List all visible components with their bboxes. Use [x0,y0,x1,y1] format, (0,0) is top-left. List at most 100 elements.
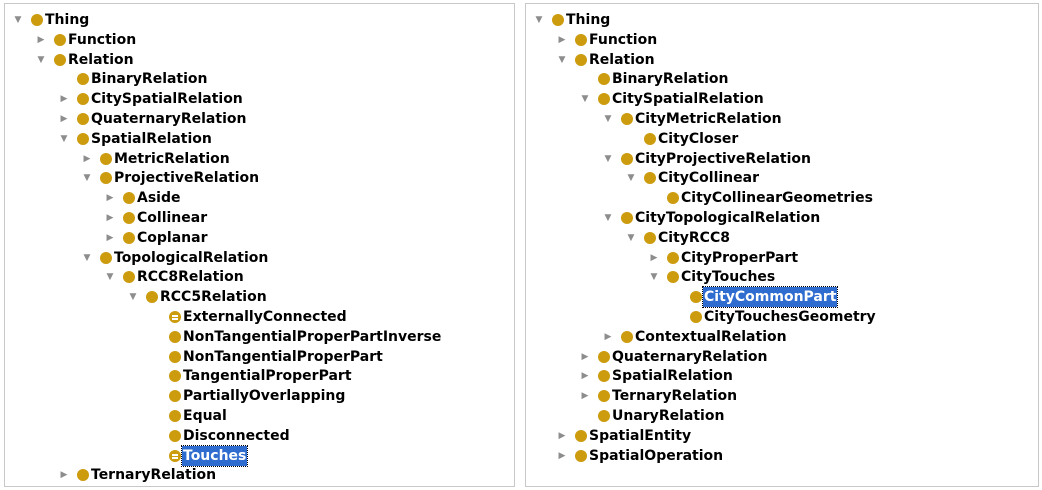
class-circle-icon [169,330,181,343]
class-circle-icon [690,291,702,304]
tree-node-contextual-relation[interactable]: ▶ ContextualRelation [526,327,1038,347]
collapse-arrow-icon[interactable]: ▶ [58,109,70,129]
class-circle-icon [146,291,158,304]
tree-node-relation[interactable]: ▼ Relation [5,50,514,70]
tree-node-touches[interactable]: Touches [5,444,514,467]
tree-node-disconnected[interactable]: Disconnected [5,426,514,446]
collapse-arrow-icon[interactable]: ▶ [648,248,660,268]
expand-arrow-icon[interactable]: ▼ [625,228,637,248]
tree-node-city-metric-relation[interactable]: ▼ CityMetricRelation [526,109,1038,129]
tree-node-unary-relation[interactable]: UnaryRelation [526,406,1038,426]
collapse-arrow-icon[interactable]: ▶ [104,208,116,228]
tree-node-ternary-relation[interactable]: ▶ TernaryRelation [5,465,514,485]
tree-node-quaternary-relation[interactable]: ▶ QuaternaryRelation [526,347,1038,367]
tree-node-externally-connected[interactable]: ExternallyConnected [5,307,514,327]
tree-node-topological-relation[interactable]: ▼ TopologicalRelation [5,248,514,268]
class-circle-icon [169,410,181,422]
collapse-arrow-icon[interactable]: ▶ [58,465,70,485]
collapse-arrow-icon[interactable]: ▶ [556,446,568,466]
class-circle-icon [667,271,679,284]
tree-node-quaternary-relation[interactable]: ▶ QuaternaryRelation [5,109,514,129]
tree-node-collinear[interactable]: ▶ Collinear [5,208,514,228]
tree-node-relation[interactable]: ▼ Relation [526,50,1038,70]
tree-node-city-projective-relation[interactable]: ▼ CityProjectiveRelation [526,149,1038,169]
tree-node-label: CityCloser [658,130,739,147]
class-circle-icon [77,113,89,125]
expand-arrow-icon[interactable]: ▼ [127,287,139,307]
tree-node-label: Thing [566,12,611,28]
expand-arrow-icon[interactable]: ▼ [579,89,591,109]
tree-node-city-rcc8[interactable]: ▼ CityRCC8 [526,228,1038,248]
tree-node-aside[interactable]: ▶ Aside [5,188,514,208]
class-circle-icon [77,93,89,106]
collapse-arrow-icon[interactable]: ▶ [35,30,47,50]
expand-arrow-icon[interactable]: ▼ [81,168,93,188]
class-circle-icon [621,113,633,125]
tree-node-thing[interactable]: ▼ Thing [5,10,514,30]
tree-node-tangential-proper-part[interactable]: TangentialProperPart [5,366,514,386]
tree-node-function[interactable]: ▶ Function [526,30,1038,50]
tree-node-label: BinaryRelation [91,71,208,88]
tree-node-spatial-relation[interactable]: ▶ SpatialRelation [526,366,1038,386]
class-circle-icon [644,231,656,244]
class-circle-icon [77,73,89,86]
tree-node-city-spatial-relation[interactable]: ▼ CitySpatialRelation [526,89,1038,109]
tree-node-thing[interactable]: ▼ Thing [526,10,1038,30]
tree-node-city-collinear[interactable]: ▼ CityCollinear [526,168,1038,188]
tree-node-coplanar[interactable]: ▶ Coplanar [5,228,514,248]
tree-node-label: BinaryRelation [612,71,729,88]
tree-node-city-spatial-relation[interactable]: ▶ CitySpatialRelation [5,89,514,109]
expand-arrow-icon[interactable]: ▼ [533,10,545,30]
class-circle-icon [667,251,679,264]
collapse-arrow-icon[interactable]: ▶ [579,386,591,406]
tree-node-ternary-relation[interactable]: ▶ TernaryRelation [526,386,1038,406]
tree-node-projective-relation[interactable]: ▼ ProjectiveRelation [5,168,514,188]
collapse-arrow-icon[interactable]: ▶ [602,327,614,347]
tree-node-metric-relation[interactable]: ▶ MetricRelation [5,149,514,169]
class-circle-icon [169,350,181,363]
collapse-arrow-icon[interactable]: ▶ [579,347,591,367]
expand-arrow-icon[interactable]: ▼ [58,129,70,149]
tree-node-city-touches-geometry[interactable]: CityTouchesGeometry [526,307,1038,327]
tree-node-binary-relation[interactable]: BinaryRelation [5,69,514,89]
tree-node-binary-relation[interactable]: BinaryRelation [526,69,1038,89]
tree-node-city-closer[interactable]: CityCloser [526,129,1038,149]
tree-node-rcc5-relation[interactable]: ▼ RCC5Relation [5,287,514,307]
expand-arrow-icon[interactable]: ▼ [104,267,116,287]
tree-node-city-common-part[interactable]: CityCommonPart [526,286,1038,309]
collapse-arrow-icon[interactable]: ▶ [579,366,591,386]
tree-node-label: ContextualRelation [635,328,787,345]
tree-node-rcc8-relation[interactable]: ▼ RCC8Relation [5,267,514,287]
tree-node-label: Thing [45,12,90,28]
tree-node-equal[interactable]: Equal [5,406,514,426]
tree-node-spatial-relation[interactable]: ▼ SpatialRelation [5,129,514,149]
collapse-arrow-icon[interactable]: ▶ [556,30,568,50]
expand-arrow-icon[interactable]: ▼ [602,109,614,129]
tree-node-spatial-entity[interactable]: ▶ SpatialEntity [526,426,1038,446]
expand-arrow-icon[interactable]: ▼ [602,208,614,228]
tree-node-non-tangential-proper-part[interactable]: NonTangentialProperPart [5,347,514,367]
expand-arrow-icon[interactable]: ▼ [602,149,614,169]
tree-node-label: SpatialRelation [612,368,733,385]
tree-node-partially-overlapping[interactable]: PartiallyOverlapping [5,386,514,406]
expand-arrow-icon[interactable]: ▼ [625,168,637,188]
class-circle-icon [169,370,181,383]
collapse-arrow-icon[interactable]: ▶ [81,149,93,169]
tree-node-city-collinear-geometries[interactable]: CityCollinearGeometries [526,188,1038,208]
expand-arrow-icon[interactable]: ▼ [556,50,568,70]
tree-node-city-touches[interactable]: ▼ CityTouches [526,267,1038,287]
tree-node-spatial-operation[interactable]: ▶ SpatialOperation [526,446,1038,466]
collapse-arrow-icon[interactable]: ▶ [104,228,116,248]
tree-node-city-proper-part[interactable]: ▶ CityProperPart [526,248,1038,268]
tree-node-label: Touches [180,444,249,467]
collapse-arrow-icon[interactable]: ▶ [58,89,70,109]
expand-arrow-icon[interactable]: ▼ [81,248,93,268]
expand-arrow-icon[interactable]: ▼ [648,267,660,287]
expand-arrow-icon[interactable]: ▼ [12,10,24,30]
collapse-arrow-icon[interactable]: ▶ [104,188,116,208]
tree-node-city-topological-relation[interactable]: ▼ CityTopologicalRelation [526,208,1038,228]
collapse-arrow-icon[interactable]: ▶ [556,426,568,446]
expand-arrow-icon[interactable]: ▼ [35,50,47,70]
tree-node-non-tangential-proper-part-inverse[interactable]: NonTangentialProperPartInverse [5,327,514,347]
tree-node-function[interactable]: ▶ Function [5,30,514,50]
